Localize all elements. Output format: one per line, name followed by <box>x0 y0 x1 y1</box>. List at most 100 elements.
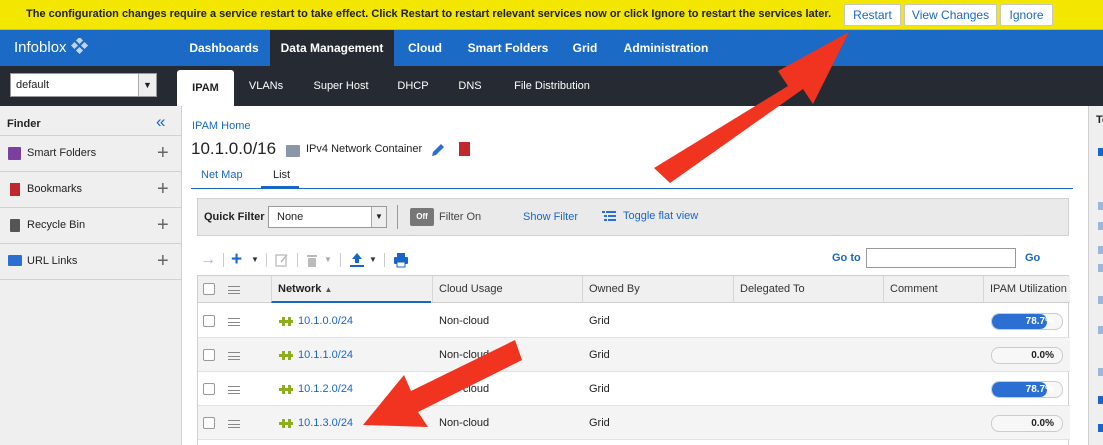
subtab-super-host[interactable]: Super Host <box>304 66 378 106</box>
utilization-value: 0.0% <box>1031 350 1054 361</box>
chevron-down-icon[interactable]: ▼ <box>324 252 332 268</box>
nav-smart-folders[interactable]: Smart Folders <box>458 30 558 66</box>
row-menu-icon[interactable] <box>228 386 240 394</box>
toolbar-icon[interactable] <box>1098 424 1103 432</box>
print-icon[interactable] <box>393 252 409 268</box>
add-plus-icon[interactable]: + <box>231 250 242 269</box>
subtab-dhcp[interactable]: DHCP <box>388 66 438 106</box>
tab-list[interactable]: List <box>273 169 290 181</box>
network-link[interactable]: 10.1.0.0/24 <box>298 304 353 338</box>
network-view-select[interactable]: default ▼ <box>10 73 157 97</box>
nav-administration[interactable]: Administration <box>614 30 718 66</box>
finder-item-smart-folders[interactable]: Smart Folders + <box>0 136 182 172</box>
toolbar-icon[interactable] <box>1098 202 1103 210</box>
subtab-dns[interactable]: DNS <box>448 66 492 106</box>
toolbar-icon[interactable] <box>1098 264 1103 272</box>
add-plus-icon[interactable]: + <box>157 178 169 201</box>
goto-button[interactable]: Go <box>1025 252 1040 264</box>
row-menu-icon[interactable] <box>228 420 240 428</box>
subtab-file-distribution[interactable]: File Distribution <box>502 66 602 106</box>
toggle-flat-view-link[interactable]: Toggle flat view <box>623 210 698 222</box>
flat-view-list-icon[interactable] <box>602 210 616 222</box>
nav-data-management[interactable]: Data Management <box>270 30 394 66</box>
row-checkbox[interactable] <box>203 383 215 395</box>
add-icon[interactable] <box>1098 148 1103 156</box>
nav-cloud[interactable]: Cloud <box>396 30 454 66</box>
open-arrow-icon[interactable]: → <box>200 252 216 268</box>
finder-item-recycle-bin[interactable]: Recycle Bin + <box>0 208 182 244</box>
row-checkbox[interactable] <box>203 349 215 361</box>
finder-item-url-links[interactable]: URL Links + <box>0 244 182 280</box>
add-plus-icon[interactable]: + <box>157 214 169 237</box>
toolbar-icon[interactable] <box>1098 368 1103 376</box>
breadcrumb-ipam-home[interactable]: IPAM Home <box>192 120 250 132</box>
sub-navigation: default ▼ IPAM VLANs Super Host DHCP DNS… <box>0 66 1103 106</box>
network-link[interactable]: 10.1.2.0/24 <box>298 372 353 406</box>
chevron-down-icon[interactable]: ▼ <box>138 74 156 96</box>
goto-input[interactable] <box>866 248 1016 268</box>
edit-pencil-icon[interactable] <box>430 142 446 158</box>
toolbar-icon[interactable] <box>1098 396 1103 404</box>
utilization-value: 0.0% <box>1031 418 1054 429</box>
cloud-usage-cell: Non-cloud <box>439 315 490 327</box>
row-checkbox[interactable] <box>203 315 215 327</box>
quick-filter-select[interactable]: None ▼ <box>268 206 387 228</box>
toolbar-icon[interactable] <box>1098 296 1103 304</box>
owned-by-cell: Grid <box>589 349 610 361</box>
view-changes-button[interactable]: View Changes <box>904 4 997 26</box>
bookmark-add-icon[interactable] <box>459 142 470 156</box>
subtab-vlans[interactable]: VLANs <box>240 66 292 106</box>
chevron-down-icon[interactable]: ▼ <box>371 207 386 227</box>
row-menu-icon[interactable] <box>228 352 240 360</box>
table-row[interactable]: 10.1.0.0/24 Non-cloud Grid 78.7% <box>198 304 1070 338</box>
export-upload-icon[interactable] <box>349 252 365 268</box>
restart-banner-message: The configuration changes require a serv… <box>26 8 832 20</box>
table-row[interactable]: 10.1.3.0/24 Non-cloud Grid 0.0% <box>198 406 1070 440</box>
column-menu-icon[interactable] <box>228 286 240 294</box>
network-link[interactable]: 10.1.3.0/24 <box>298 406 353 440</box>
column-header-owned-by[interactable]: Owned By <box>582 276 733 303</box>
row-menu-icon[interactable] <box>228 318 240 326</box>
top-navigation: Infoblox Dashboards Data Management Clou… <box>0 30 1103 66</box>
restart-button[interactable]: Restart <box>844 4 901 26</box>
column-header-ipam-utilization[interactable]: IPAM Utilization <box>983 276 1070 303</box>
add-plus-icon[interactable]: + <box>157 250 169 273</box>
ignore-button[interactable]: Ignore <box>1000 4 1053 26</box>
column-header-cloud-usage[interactable]: Cloud Usage <box>432 276 582 303</box>
select-all-checkbox[interactable] <box>203 283 215 295</box>
owned-by-cell: Grid <box>589 315 610 327</box>
column-header-comment[interactable]: Comment <box>883 276 983 303</box>
chevron-down-icon[interactable]: ▼ <box>369 252 377 268</box>
column-header-delegated-to[interactable]: Delegated To <box>733 276 883 303</box>
subtab-ipam[interactable]: IPAM <box>177 70 234 106</box>
row-checkbox[interactable] <box>203 417 215 429</box>
tab-net-map[interactable]: Net Map <box>201 169 243 181</box>
add-plus-icon[interactable]: + <box>157 142 169 165</box>
cloud-usage-cell: Non-cloud <box>439 417 490 429</box>
toolbar-icon[interactable] <box>1098 326 1103 334</box>
ipam-utilization-bar: 0.0% <box>991 347 1063 364</box>
show-filter-link[interactable]: Show Filter <box>523 211 578 223</box>
collapse-double-chevron-icon[interactable]: « <box>156 112 165 132</box>
finder-item-bookmarks[interactable]: Bookmarks + <box>0 172 182 208</box>
finder-panel: Finder « Smart Folders + Bookmarks + Rec… <box>0 106 182 445</box>
table-row[interactable]: 10.1.2.0/24 Non-cloud Grid 78.7% <box>198 372 1070 406</box>
utilization-value: 78.7% <box>1025 316 1054 327</box>
divider <box>397 205 398 229</box>
finder-item-label: Recycle Bin <box>27 219 86 231</box>
network-link[interactable]: 10.1.1.0/24 <box>298 338 353 372</box>
nav-grid[interactable]: Grid <box>562 30 608 66</box>
owned-by-cell: Grid <box>589 417 610 429</box>
chevron-down-icon[interactable]: ▼ <box>251 252 259 268</box>
toolbar-icon[interactable] <box>1098 246 1103 254</box>
nav-dashboards[interactable]: Dashboards <box>180 30 268 66</box>
edit-icon[interactable] <box>275 252 289 268</box>
smart-folder-icon <box>8 147 21 160</box>
delete-trash-icon[interactable] <box>306 252 318 268</box>
quick-filter-bar: Quick Filter None ▼ Off Filter On Show F… <box>197 198 1069 236</box>
table-row[interactable]: 10.1.1.0/24 Non-cloud Grid 0.0% <box>198 338 1070 372</box>
toolbar-icon[interactable] <box>1098 222 1103 230</box>
logo-mark-icon <box>70 36 88 55</box>
column-header-network[interactable]: Network ▲ <box>271 276 431 303</box>
filter-toggle-switch[interactable]: Off <box>410 208 434 226</box>
